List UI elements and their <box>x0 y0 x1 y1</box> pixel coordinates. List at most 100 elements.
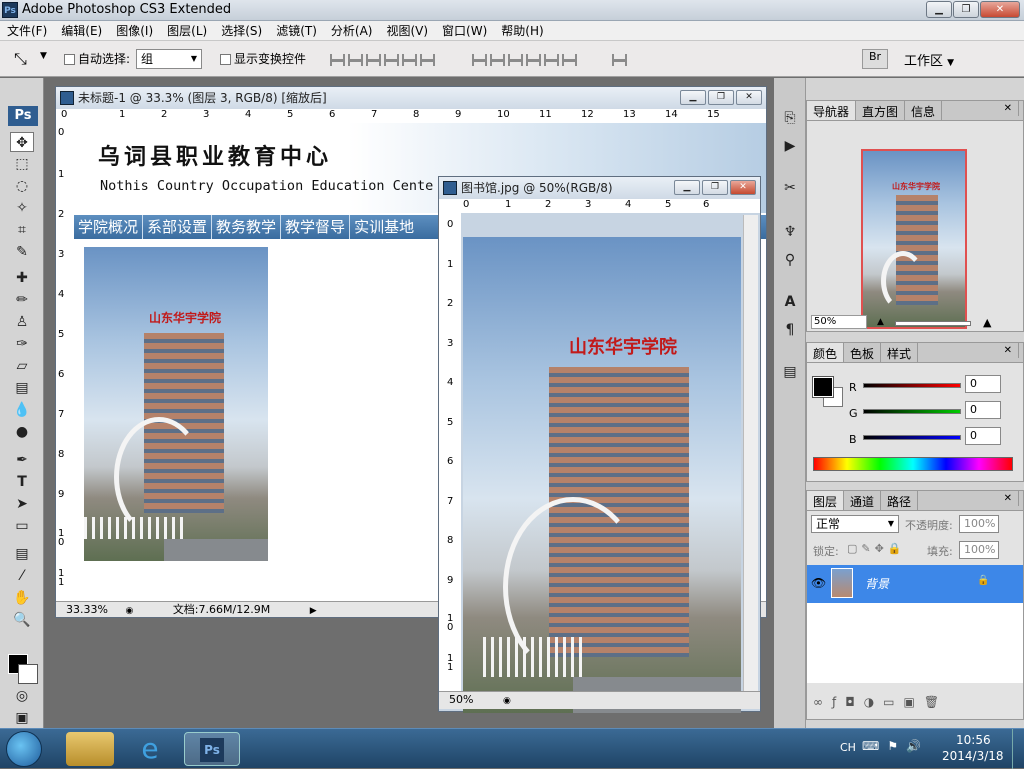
doc-minimize-button[interactable]: ▁ <box>674 180 700 195</box>
blend-mode-dropdown[interactable]: 正常 ▼ <box>811 515 899 533</box>
tab-navigator[interactable]: 导航器 <box>807 101 857 120</box>
channel-r-input[interactable]: 0 <box>965 375 1001 393</box>
ie-icon[interactable]: e <box>126 732 174 766</box>
bridge-icon[interactable]: Br <box>862 49 888 69</box>
healing-brush-icon[interactable]: ✚ <box>10 268 34 288</box>
layers-footer-icons[interactable]: ∞ƒ◘◑▭▣🗑 <box>813 695 948 709</box>
close-icon[interactable]: ✕ <box>998 343 1019 358</box>
history-brush-icon[interactable]: ✑ <box>10 334 34 354</box>
doc-maximize-button[interactable]: ❐ <box>708 90 734 105</box>
screen-mode-icon[interactable]: ▣ <box>10 708 34 728</box>
auto-select-checkbox[interactable] <box>64 54 75 65</box>
zoom-tool-icon[interactable]: 🔍 <box>10 610 34 630</box>
tool-presets-icon[interactable]: ✂ <box>778 178 802 198</box>
zoom-in-icon[interactable]: ▲ <box>983 316 991 329</box>
opacity-input[interactable]: 100% <box>959 515 999 533</box>
vertical-scrollbar[interactable] <box>743 215 758 691</box>
color-spectrum-bar[interactable] <box>813 457 1013 471</box>
nav-item[interactable]: 教学督导 <box>281 215 351 239</box>
move-tool-icon[interactable]: ⤡ <box>14 49 27 69</box>
tool-preset-chevron-icon[interactable]: ▼ <box>40 51 47 61</box>
channel-g-input[interactable]: 0 <box>965 401 1001 419</box>
channel-b-slider[interactable] <box>863 435 961 440</box>
nav-item[interactable]: 实训基地 <box>350 215 418 239</box>
workspace-button[interactable]: 工作区 ▼ <box>904 50 954 69</box>
show-transform-checkbox[interactable] <box>220 54 231 65</box>
clock-date[interactable]: 2014/3/18 <box>942 749 1004 763</box>
document-window-2[interactable]: 图书馆.jpg @ 50%(RGB/8) ▁ ❐ ✕ 0 1 2 3 4 5 6 0… <box>438 176 761 713</box>
layer-comps-icon[interactable]: ▤ <box>778 362 802 382</box>
menu-analysis[interactable]: 分析(A) <box>324 22 380 39</box>
status-menu-icon[interactable]: ◉ <box>503 696 511 706</box>
tab-swatches[interactable]: 色板 <box>844 343 882 362</box>
paragraph-panel-icon[interactable]: ¶ <box>778 320 802 340</box>
path-select-icon[interactable]: ➤ <box>10 494 34 514</box>
nav-item[interactable]: 教务教学 <box>212 215 282 239</box>
quick-mask-icon[interactable]: ◎ <box>10 686 34 706</box>
menu-file[interactable]: 文件(F) <box>0 22 54 39</box>
restore-button[interactable]: ❐ <box>953 1 979 18</box>
blur-tool-icon[interactable]: 💧 <box>10 400 34 420</box>
actions-panel-icon[interactable]: ▶ <box>778 136 802 156</box>
slice-tool-icon[interactable]: ✎ <box>10 242 34 262</box>
channel-g-slider[interactable] <box>863 409 961 414</box>
tab-color[interactable]: 颜色 <box>807 343 845 362</box>
menu-window[interactable]: 窗口(W) <box>435 22 494 39</box>
brushes-panel-icon[interactable]: ♆ <box>778 222 802 242</box>
doc-close-button[interactable]: ✕ <box>736 90 762 105</box>
status-arrow-icon[interactable]: ▶ <box>310 606 317 616</box>
zoom-out-icon[interactable]: ▲ <box>877 317 884 327</box>
eyedropper-icon[interactable]: ⁄ <box>10 566 34 586</box>
tab-histogram[interactable]: 直方图 <box>856 101 906 120</box>
channel-r-slider[interactable] <box>863 383 961 388</box>
zoom-level[interactable]: 50% <box>449 693 473 706</box>
menu-image[interactable]: 图像(I) <box>109 22 160 39</box>
gradient-tool-icon[interactable]: ▤ <box>10 378 34 398</box>
doc-maximize-button[interactable]: ❐ <box>702 180 728 195</box>
eye-icon[interactable]: 👁 <box>811 576 826 590</box>
input-language[interactable]: CH <box>840 741 856 754</box>
menu-layer[interactable]: 图层(L) <box>160 22 214 39</box>
clone-stamp-icon[interactable]: ♙ <box>10 312 34 332</box>
photoshop-task-button[interactable]: Ps <box>184 732 240 766</box>
tab-channels[interactable]: 通道 <box>844 491 882 510</box>
character-panel-icon[interactable]: A <box>778 292 802 312</box>
align-buttons[interactable] <box>330 54 435 66</box>
dodge-tool-icon[interactable]: ● <box>10 422 34 442</box>
lasso-tool-icon[interactable]: ◌ <box>10 176 34 196</box>
navigator-preview[interactable]: 山东华宇学院 <box>861 149 967 329</box>
clone-source-icon[interactable]: ⚲ <box>778 250 802 270</box>
minimize-button[interactable]: ▁ <box>926 1 952 18</box>
start-button[interactable] <box>6 731 42 767</box>
auto-select-dropdown[interactable]: 组 ▼ <box>136 49 202 69</box>
hand-tool-icon[interactable]: ✋ <box>10 588 34 608</box>
pen-tool-icon[interactable]: ✒ <box>10 450 34 470</box>
crop-tool-icon[interactable]: ⌗ <box>10 220 34 240</box>
eraser-tool-icon[interactable]: ▱ <box>10 356 34 376</box>
nav-item[interactable]: 学院概况 <box>74 215 144 239</box>
distribute-buttons[interactable] <box>472 54 577 66</box>
close-button[interactable]: ✕ <box>980 1 1020 18</box>
lock-icons[interactable]: ▢✎✥🔒 <box>847 542 906 555</box>
tab-info[interactable]: 信息 <box>905 101 943 120</box>
canvas-2[interactable]: 山东华宇学院 <box>463 237 741 713</box>
tab-layers[interactable]: 图层 <box>807 491 845 510</box>
show-desktop-button[interactable] <box>1012 729 1024 769</box>
menu-view[interactable]: 视图(V) <box>379 22 435 39</box>
menu-edit[interactable]: 编辑(E) <box>54 22 109 39</box>
doc-close-button[interactable]: ✕ <box>730 180 756 195</box>
color-fg-swatch[interactable] <box>812 376 834 398</box>
magic-wand-icon[interactable]: ✧ <box>10 198 34 218</box>
menu-help[interactable]: 帮助(H) <box>494 22 550 39</box>
channel-b-input[interactable]: 0 <box>965 427 1001 445</box>
explorer-icon[interactable] <box>66 732 114 766</box>
type-tool-icon[interactable]: T <box>10 472 34 492</box>
close-icon[interactable]: ✕ <box>998 101 1019 116</box>
status-menu-icon[interactable]: ◉ <box>125 606 133 616</box>
clock-time[interactable]: 10:56 <box>956 733 991 747</box>
zoom-level[interactable]: 33.33% <box>66 603 108 616</box>
navigator-zoom-field[interactable]: 50% <box>811 315 867 329</box>
notes-tool-icon[interactable]: ▤ <box>10 544 34 564</box>
marquee-tool-icon[interactable]: ⬚ <box>10 154 34 174</box>
brush-tool-icon[interactable]: ✏ <box>10 290 34 310</box>
